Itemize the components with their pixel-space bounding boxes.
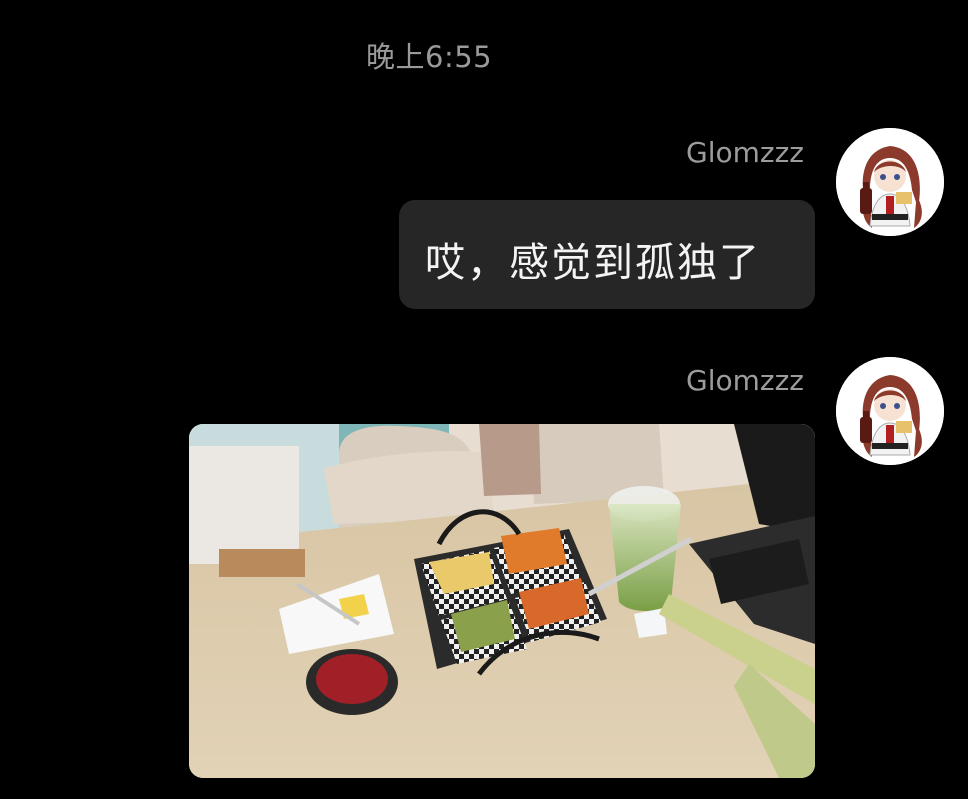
sender-name: Glomzzz [686,136,804,169]
anime-girl-avatar-icon [836,357,944,465]
sender-avatar[interactable] [836,128,944,236]
chat-timestamp: 晚上6:55 [366,40,493,74]
message-image[interactable] [189,424,815,778]
sender-name: Glomzzz [686,364,804,397]
anime-girl-avatar-icon [836,128,944,236]
sender-avatar[interactable] [836,357,944,465]
message-bubble-text[interactable]: 哎，感觉到孤独了 [399,200,815,309]
food-photo-icon [189,424,815,778]
